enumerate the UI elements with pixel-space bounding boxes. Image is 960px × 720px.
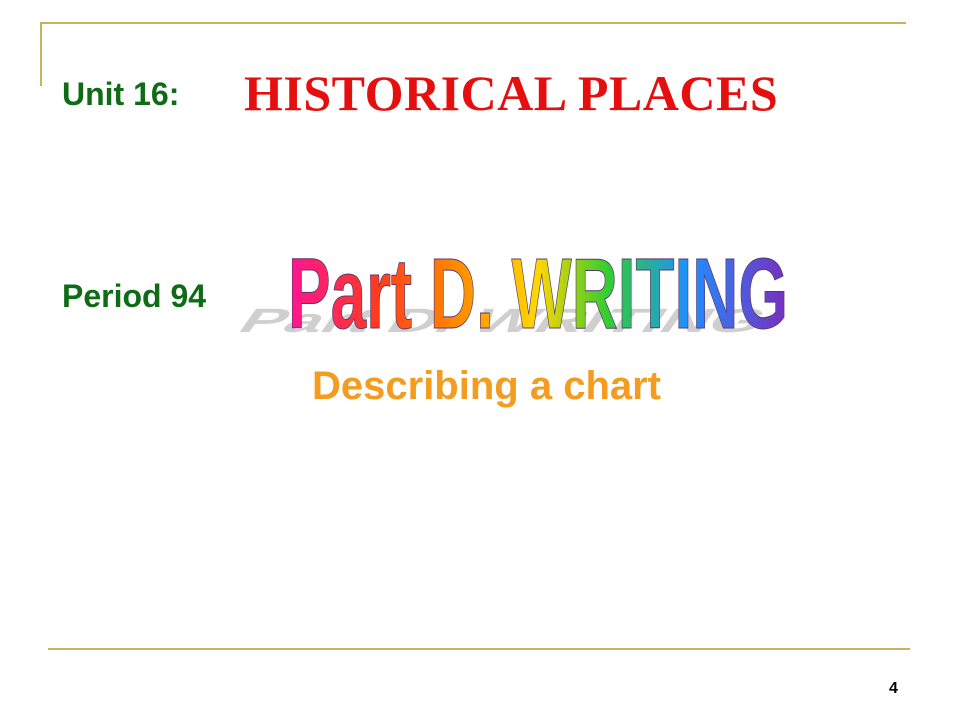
slide-frame-top-line (40, 22, 906, 24)
page-number: 4 (889, 680, 898, 697)
part-title-text: Part D. WRITING (288, 238, 788, 348)
period-label: Period 94 (62, 278, 207, 314)
unit-label: Unit 16: (62, 76, 180, 112)
unit-title: HISTORICAL PLACES (244, 65, 779, 121)
slide-frame-bottom-line (48, 648, 910, 650)
subtitle: Describing a chart (312, 364, 662, 408)
slide-frame-left-line (40, 22, 42, 86)
part-title-wordart: Part D. WRITING Part D. WRITING (240, 238, 789, 349)
